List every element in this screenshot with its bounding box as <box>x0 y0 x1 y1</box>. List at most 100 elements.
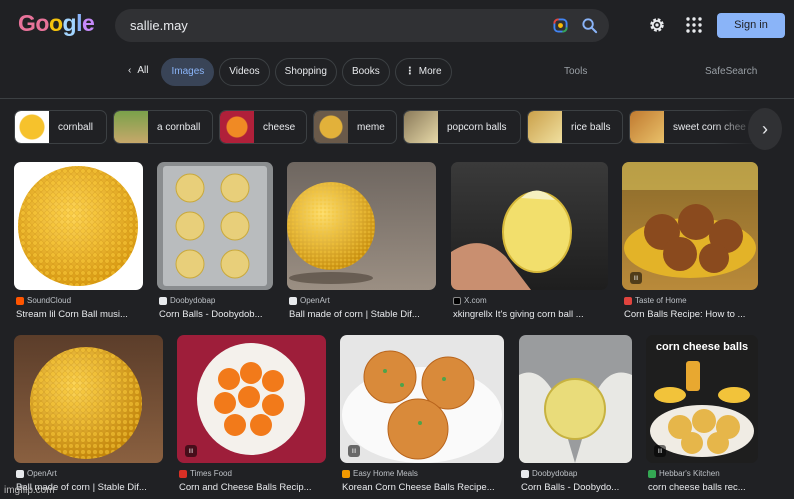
logo-letter: e <box>81 10 95 36</box>
easy-home-meals-icon <box>342 469 350 478</box>
gear-icon[interactable] <box>648 16 666 34</box>
search-input[interactable]: sallie.may <box>130 18 188 33</box>
result-title[interactable]: Corn and Cheese Balls Recip... <box>179 482 326 493</box>
chip-label: a cornball <box>157 121 201 133</box>
result-thumbnail[interactable] <box>519 335 632 463</box>
chip-thumbnail <box>220 111 254 143</box>
corn-balls-tray-image <box>163 166 267 286</box>
result-title[interactable]: xkingrellx It's giving corn ball ... <box>453 309 608 320</box>
chip-cheese[interactable]: cheese <box>219 110 307 144</box>
result-thumbnail[interactable] <box>14 335 163 463</box>
result-source: Taste of Home <box>624 296 687 305</box>
tab-all[interactable]: ‹ All <box>120 58 156 86</box>
chip-thumbnail <box>314 111 348 143</box>
tab-more[interactable]: ⋮ More <box>394 58 452 86</box>
corn-sphere-image <box>30 347 142 459</box>
doobydobap-icon <box>521 469 529 478</box>
source-name: SoundCloud <box>27 296 72 305</box>
chip-meme[interactable]: meme <box>313 110 397 144</box>
taste-of-home-icon <box>624 296 632 305</box>
chip-label: cornball <box>58 121 94 133</box>
logo-letter: o <box>48 10 63 36</box>
hebbars-kitchen-icon <box>648 469 656 478</box>
result-source: OpenArt <box>289 296 330 305</box>
openart-icon <box>289 296 297 305</box>
source-name: Doobydobap <box>532 469 578 478</box>
chip-cornball[interactable]: cornball <box>14 110 107 144</box>
result-thumbnail[interactable] <box>451 162 608 290</box>
safesearch-button[interactable]: SafeSearch <box>705 66 757 77</box>
soundcloud-icon <box>16 296 24 305</box>
tools-button[interactable]: Tools <box>564 66 587 77</box>
result-source: X.com <box>453 296 487 305</box>
tab-images[interactable]: Images <box>161 58 215 86</box>
result-source: SoundCloud <box>16 296 71 305</box>
header-divider <box>0 98 794 99</box>
openart-icon <box>16 469 24 478</box>
korean-corn-cheese-balls-image <box>342 350 502 463</box>
tab-videos[interactable]: Videos <box>219 58 270 86</box>
source-name: Easy Home Meals <box>353 469 418 478</box>
chip-label: cheese <box>263 121 296 133</box>
source-name: OpenArt <box>300 296 330 305</box>
fried-corn-balls-image <box>622 162 758 278</box>
chip-thumbnail <box>15 111 49 143</box>
source-name: Doobydobap <box>170 296 216 305</box>
result-source: Doobydobap <box>521 469 577 478</box>
result-thumbnail[interactable]: ıı <box>622 162 758 290</box>
corn-cheese-balls-plate-image <box>650 361 754 457</box>
search-icon[interactable] <box>581 17 598 34</box>
result-source: Times Food <box>179 469 232 478</box>
result-title[interactable]: Corn Balls Recipe: How to ... <box>624 309 758 320</box>
result-source: Hebbar's Kitchen <box>648 469 720 478</box>
tab-label: All <box>137 65 149 76</box>
result-thumbnail[interactable] <box>14 162 143 290</box>
chip-thumbnail <box>404 111 438 143</box>
cheese-balls-bowl-image <box>197 343 305 455</box>
google-logo[interactable]: Google <box>18 10 95 37</box>
chip-label: meme <box>357 121 385 133</box>
chip-popcorn-balls[interactable]: popcorn balls <box>403 110 521 144</box>
result-source: OpenArt <box>16 469 57 478</box>
search-box[interactable]: sallie.may <box>115 9 609 42</box>
result-title[interactable]: Korean Corn Cheese Balls Recipe... <box>342 482 504 493</box>
source-name: X.com <box>464 296 487 305</box>
recipe-badge-icon: ıı <box>630 272 642 284</box>
result-thumbnail[interactable] <box>287 162 436 290</box>
tab-shopping[interactable]: Shopping <box>274 58 337 86</box>
sign-in-button[interactable]: Sign in <box>717 13 785 38</box>
imgflip-watermark: imgflip.com <box>4 485 55 496</box>
google-lens-icon[interactable] <box>553 18 568 33</box>
result-source: Doobydobap <box>159 296 215 305</box>
chip-rice-balls[interactable]: rice balls <box>527 110 623 144</box>
corn-ball-image <box>18 166 138 286</box>
result-title[interactable]: Corn Balls - Doobydo... <box>521 482 632 493</box>
chip-label: rice balls <box>571 121 611 133</box>
gloved-hands-corn-ball-image <box>519 372 632 463</box>
x-icon <box>453 296 461 305</box>
tab-books[interactable]: Books <box>341 58 390 86</box>
times-food-icon <box>179 469 187 478</box>
source-name: Times Food <box>190 469 232 478</box>
recipe-badge-icon: ıı <box>654 445 666 457</box>
recipe-badge-icon: ıı <box>348 445 360 457</box>
logo-letter: o <box>35 10 49 36</box>
result-title[interactable]: Ball made of corn | Stable Dif... <box>289 309 436 320</box>
chevron-right-icon[interactable]: › <box>748 108 782 150</box>
result-title[interactable]: corn cheese balls rec... <box>648 482 758 493</box>
chip-thumbnail <box>114 111 148 143</box>
result-title[interactable]: Stream lil Corn Ball musi... <box>16 309 143 320</box>
result-thumbnail[interactable]: corn cheese balls ıı <box>646 335 758 463</box>
doobydobap-icon <box>159 296 167 305</box>
chip-a-cornball[interactable]: a cornball <box>113 110 213 144</box>
result-title[interactable]: Corn Balls - Doobydob... <box>159 309 274 320</box>
hand-holding-corn-image <box>451 190 572 290</box>
chevron-left-icon: ‹ <box>128 65 132 76</box>
result-thumbnail[interactable]: ıı <box>340 335 504 463</box>
result-thumbnail[interactable]: ıı <box>177 335 326 463</box>
source-name: Hebbar's Kitchen <box>659 469 720 478</box>
source-name: Taste of Home <box>635 296 687 305</box>
result-thumbnail[interactable] <box>157 162 273 290</box>
logo-letter: G <box>18 10 36 36</box>
apps-grid-icon[interactable] <box>685 16 703 34</box>
